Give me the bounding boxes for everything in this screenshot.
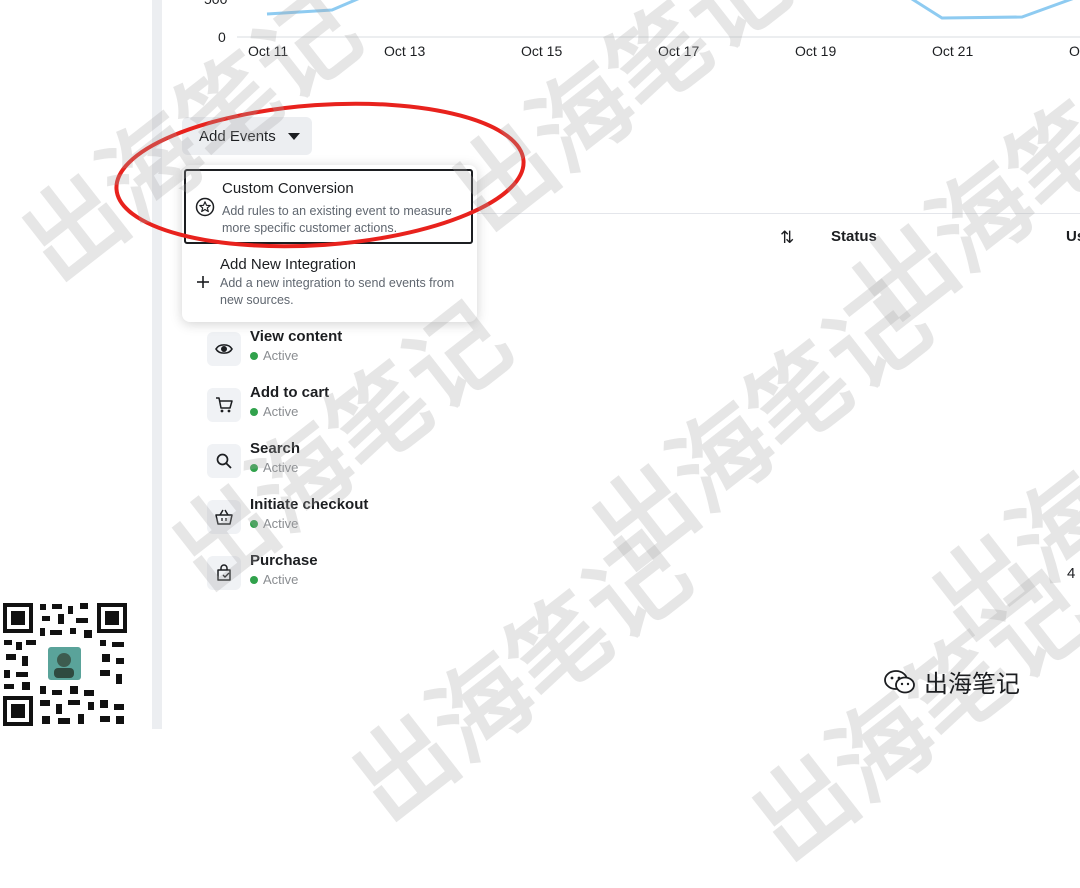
status-label: Active [263,348,299,363]
add-events-dropdown: Custom Conversion Add rules to an existi… [182,165,477,322]
rail-divider [152,0,162,729]
add-events-label: Add Events [199,127,276,145]
x-tick-label: O [1069,43,1080,59]
wechat-account-name: 出海笔记 [924,671,1020,698]
status-badge: Active [250,572,298,587]
active-dot-icon [250,576,258,584]
event-name: View content [250,328,343,345]
y-tick-label: 500 [204,0,227,7]
add-events-button[interactable]: Add Events [182,117,312,155]
star-badge-icon [195,197,215,217]
event-name: Purchase [250,552,318,569]
status-badge: Active [250,348,298,363]
watermark-text: 出海笔记 [331,512,712,844]
watermark-text: 出海笔记 [571,262,952,594]
menu-item-description: Add a new integration to send events fro… [220,276,455,307]
wechat-account-badge: 出海笔记 [884,664,1020,699]
menu-item-description: Add rules to an existing event to measur… [222,204,452,235]
menu-item-custom-conversion[interactable]: Custom Conversion Add rules to an existi… [184,169,473,244]
event-name: Search [250,440,301,457]
wechat-icon [884,669,915,693]
status-label: Active [263,516,299,531]
menu-item-title: Custom Conversion [222,180,354,197]
active-dot-icon [250,352,258,360]
active-dot-icon [250,520,258,528]
status-label: Active [263,404,299,419]
qr-code-image [0,600,130,729]
event-name: Add to cart [250,384,330,401]
status-label: Active [263,460,299,475]
x-tick-label: Oct 11 [248,43,289,59]
column-header-status[interactable]: Status [831,228,877,245]
annotation-ellipse [114,101,526,249]
menu-item-title: Add New Integration [220,256,356,273]
menu-item-add-new-integration[interactable]: Add New Integration Add a new integratio… [184,247,473,317]
event-name: Initiate checkout [250,496,369,513]
watermark-text: 出海笔记 [731,552,1080,884]
sort-icon[interactable]: ⇅ [780,228,794,248]
chart-canvas [237,0,1080,38]
active-dot-icon [250,464,258,472]
basket-icon [207,500,241,534]
y-tick-label: 0 [218,29,226,45]
purchase-usage-value: 4 [1067,565,1076,582]
active-dot-icon [250,408,258,416]
caret-down-icon [287,132,300,140]
status-badge: Active [250,404,298,419]
watermark-text: 出海笔记 [911,332,1080,664]
events-chart: 500 0 Oct 11 Oct 13 Oct 15 Oct 17 Oct 19… [162,0,1080,70]
series-line [266,0,1074,20]
x-tick-label: Oct 13 [384,43,426,59]
x-tick-label: Oct 15 [521,43,563,59]
status-label: Active [263,572,299,587]
search-icon [207,444,241,478]
x-tick-label: Oct 17 [658,43,700,59]
shopping-bag-icon [207,556,241,590]
eye-icon [207,332,241,366]
column-header-usage[interactable]: Us [1066,228,1080,245]
plus-icon [193,272,213,292]
cart-icon [207,388,241,422]
table-header: ⇅ Status Us [470,213,1080,259]
x-tick-label: Oct 19 [795,43,837,59]
status-badge: Active [250,460,298,475]
status-badge: Active [250,516,298,531]
x-tick-label: Oct 21 [932,43,974,59]
